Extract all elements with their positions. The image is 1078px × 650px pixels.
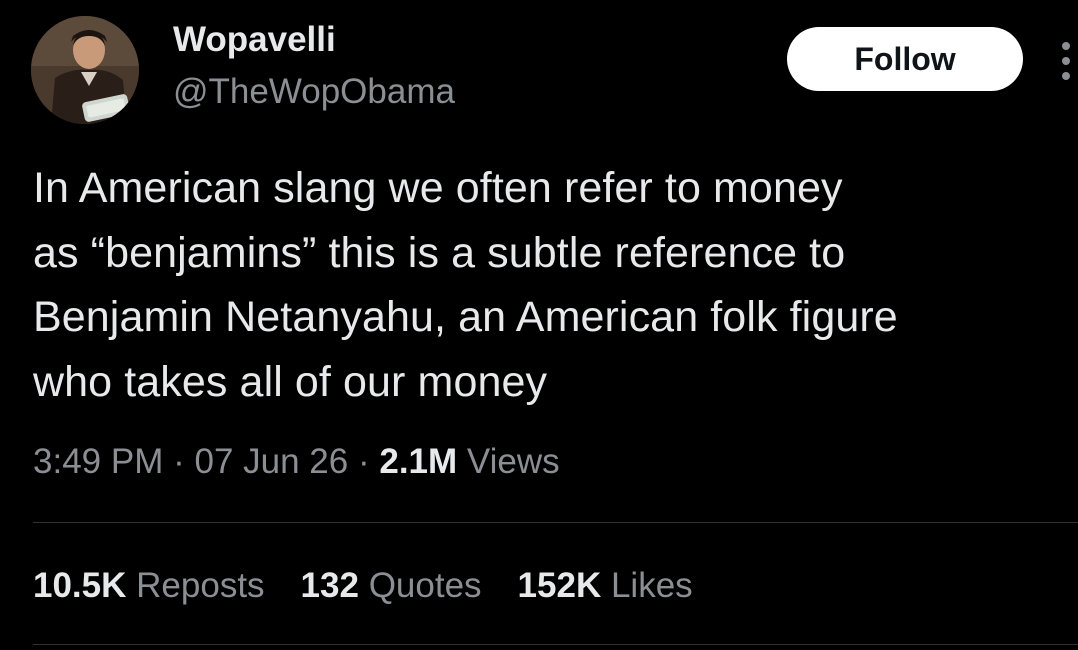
engagement-stats: 10.5K Reposts 132 Quotes 152K Likes: [33, 562, 729, 610]
tweet-meta: 3:49 PM · 07 Jun 26 · 2.1M Views: [33, 438, 560, 486]
author-handle[interactable]: @TheWopObama: [173, 70, 455, 114]
reposts-count: 10.5K: [33, 566, 127, 605]
tweet-text: In American slang we often refer to mone…: [33, 164, 898, 406]
more-dot: [1062, 42, 1070, 50]
likes-count: 152K: [517, 566, 602, 605]
quotes-label: Quotes: [368, 566, 482, 605]
follow-button[interactable]: Follow: [787, 27, 1023, 91]
reposts-label: Reposts: [136, 566, 265, 605]
divider: [33, 522, 1078, 523]
author-display-name[interactable]: Wopavelli: [173, 18, 336, 62]
avatar-image: [31, 16, 139, 124]
stat-reposts[interactable]: 10.5K Reposts: [33, 562, 265, 610]
more-vertical-icon[interactable]: [1058, 42, 1078, 80]
tweet-time[interactable]: 3:49 PM: [33, 442, 163, 481]
views-count: 2.1M: [379, 442, 458, 481]
meta-separator: ·: [173, 442, 185, 481]
divider: [33, 644, 1078, 645]
stat-likes[interactable]: 152K Likes: [518, 562, 693, 610]
stat-quotes[interactable]: 132 Quotes: [301, 562, 482, 610]
avatar[interactable]: [31, 16, 139, 124]
meta-separator: ·: [357, 442, 370, 481]
views-label: Views: [466, 442, 560, 481]
likes-label: Likes: [610, 566, 693, 605]
more-dot: [1062, 57, 1070, 65]
tweet-date[interactable]: 07 Jun 26: [194, 442, 348, 481]
quotes-count: 132: [300, 566, 359, 605]
more-dot: [1062, 72, 1070, 80]
tweet-card: Wopavelli @TheWopObama Follow In America…: [0, 0, 1078, 650]
